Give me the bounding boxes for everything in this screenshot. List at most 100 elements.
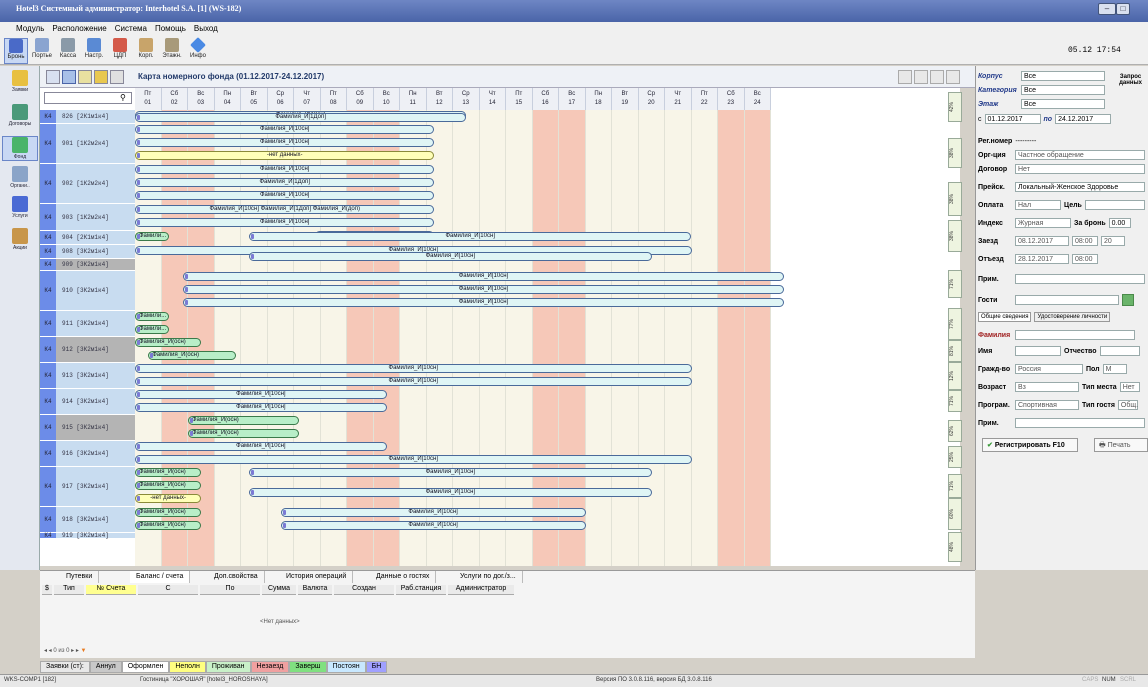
folder-icon[interactable] (94, 70, 108, 84)
left-orgs[interactable]: Органи.. (2, 166, 38, 189)
room-search-input[interactable] (44, 92, 132, 104)
maximize-button[interactable]: □ (1116, 3, 1130, 15)
toolbar-info[interactable]: Инфо (186, 37, 210, 64)
program-select[interactable]: Спортивная (1015, 400, 1079, 410)
contract-field[interactable]: Нет (1015, 164, 1145, 174)
booking-bar[interactable]: Фамилия_И[10сн] (135, 377, 692, 386)
booking-bar[interactable]: Фамилия_И[10сн] (135, 364, 692, 373)
room-row[interactable]: К4 914 [3К2м1к4] (40, 389, 135, 415)
per-booking-field[interactable]: 0.00 (1108, 218, 1131, 228)
booking-bar[interactable]: Фамилия_И[10сн] (248, 232, 692, 241)
tab-id-doc[interactable]: Удостоверение личности (1034, 312, 1111, 322)
room-row[interactable]: К4 826 [2К1м1к4] (40, 110, 135, 124)
price-list-field[interactable]: Локальный-Женское Здоровье (1015, 182, 1145, 192)
tab-balance[interactable]: Баланс / счета (130, 571, 191, 583)
booking-bar[interactable]: Фамилия_И[10сн] (135, 442, 387, 451)
room-row[interactable]: К4 910 [3К2м1к4] (40, 271, 135, 311)
room-row[interactable]: К4 911 [3К2м1к4] (40, 311, 135, 337)
payment-select[interactable]: Нал (1015, 200, 1061, 210)
left-fund[interactable]: Фонд (2, 136, 38, 161)
left-requests[interactable]: Заявки (2, 70, 38, 93)
checkin-date[interactable]: 08.12.2017 (1015, 236, 1069, 246)
tab-contract-services[interactable]: Услуги по дог./з... (454, 571, 523, 583)
minimize-button[interactable]: – (1098, 3, 1116, 15)
booking-bar[interactable]: Фамилия_И(осн) (188, 416, 300, 425)
guest-note-field[interactable] (1015, 418, 1145, 428)
toolbar-cash[interactable]: Касса (56, 38, 80, 64)
toolbar-cdp[interactable]: ЦДП (108, 38, 132, 64)
booking-bar[interactable]: Фамилия_И[10сн] (182, 298, 785, 307)
booking-bar[interactable]: Фамилия_И(осн) (135, 338, 202, 347)
checkout-date[interactable]: 28.12.2017 (1015, 254, 1069, 264)
tab-history[interactable]: История операций (280, 571, 354, 583)
booking-bar[interactable]: Фамилия_И(осн) (148, 351, 236, 360)
date-to[interactable]: 24.12.2017 (1055, 114, 1112, 124)
list-icon[interactable] (110, 70, 124, 84)
room-row[interactable]: К4 909 [3К2м1к4] (40, 259, 135, 271)
chart-view-icon[interactable] (78, 70, 92, 84)
tab-vouchers[interactable]: Путевки (60, 571, 100, 583)
korpus-select[interactable]: Все (1021, 71, 1105, 81)
prev-icon[interactable] (914, 70, 928, 84)
booking-bar[interactable]: Фамилия_И[10сн] (135, 165, 435, 174)
room-row[interactable]: К4 902 [1К2м2к4] (40, 164, 135, 204)
booking-bar[interactable]: Фамилия_И[10сн] (248, 252, 652, 262)
menu-module[interactable]: Модуль (16, 24, 44, 35)
toolbar-floor[interactable]: Этажн. (160, 38, 184, 64)
menu-exit[interactable]: Выход (194, 24, 218, 35)
room-view-icon[interactable] (62, 70, 76, 84)
checkin-count[interactable]: 20 (1101, 236, 1125, 246)
booking-bar[interactable]: Фамилия_И[10сн] (135, 138, 435, 147)
booking-bar[interactable]: Фамили... (135, 232, 170, 241)
room-row[interactable]: К4 916 [3К2м1к4] (40, 441, 135, 467)
next-icon[interactable] (930, 70, 944, 84)
citizenship-select[interactable]: Россия (1015, 364, 1083, 374)
toolbar-booking[interactable]: Бронь (4, 38, 28, 64)
booking-bar[interactable]: Фамилия_И[1Доп] (135, 113, 467, 123)
room-row[interactable]: К4 917 [3К2м1к4] (40, 467, 135, 507)
booking-bar[interactable]: Фамилия_И[10сн] (135, 191, 435, 200)
booking-bar[interactable]: Фамилия_И[10сн] (280, 508, 586, 517)
place-type-select[interactable]: Нет (1119, 382, 1140, 392)
room-row[interactable]: К4 919 [3К2м1к4] (40, 532, 135, 539)
toolbar-building[interactable]: Корп. (134, 38, 158, 64)
age-select[interactable]: Вз (1015, 382, 1079, 392)
room-row[interactable]: К4 901 [1К2м2к4] (40, 124, 135, 164)
room-row[interactable]: К4 918 [3К2м1к4] (40, 507, 135, 533)
booking-bar[interactable]: Фамилия_И(осн) (135, 521, 202, 530)
room-row[interactable]: К4 915 [3К2м1к4] (40, 415, 135, 441)
checkin-time[interactable]: 08:00 (1072, 236, 1098, 246)
booking-bar[interactable]: Фамилия_И[10сн] (182, 272, 785, 281)
category-select[interactable]: Все (1021, 85, 1105, 95)
checkout-time[interactable]: 08:00 (1072, 254, 1098, 264)
booking-bar[interactable]: Фамилия_И[10сн] (182, 285, 785, 294)
register-button[interactable]: ✔ Регистрировать F10 (982, 438, 1078, 452)
note-field[interactable] (1015, 274, 1145, 284)
booking-bar[interactable]: Фамилия_И[10сн] (248, 468, 652, 477)
filter-icon[interactable] (898, 70, 912, 84)
room-row[interactable]: К4 912 [3К2м1к4] (40, 337, 135, 363)
booking-bar[interactable]: Фамилия_И(осн) (135, 468, 202, 477)
left-services[interactable]: Услуги (2, 196, 38, 219)
booking-bar[interactable]: Фамилия_И[10сн] (135, 125, 435, 134)
room-row[interactable]: К4 904 [2К1м1к4] (40, 231, 135, 245)
room-row[interactable]: К4 908 [3К2м1к4] (40, 245, 135, 259)
surname-field[interactable] (1015, 330, 1135, 340)
purpose-field[interactable] (1084, 200, 1145, 210)
booking-bar[interactable]: Фамилия_И[10сн] (135, 455, 692, 464)
floor-select[interactable]: Все (1021, 99, 1105, 109)
booking-bar[interactable]: Фамилия_И(осн) (135, 481, 202, 490)
print-button[interactable]: 🖶 Печать (1094, 438, 1148, 452)
booking-bar[interactable]: Фамилия_И[10сн] Фамилия_И[1Доп] Фамилия_… (135, 205, 435, 214)
menu-layout[interactable]: Расположение (52, 24, 106, 35)
menu-system[interactable]: Система (115, 24, 147, 35)
booking-bar[interactable]: Фамилия_И[10сн] (280, 521, 586, 530)
booking-bar[interactable]: Фамилия_И[10сн] (135, 403, 387, 412)
toolbar-porter[interactable]: Портье (30, 38, 54, 64)
booking-bar[interactable]: Фамилия_И[1Доп] (135, 178, 435, 187)
guests-select[interactable] (1015, 295, 1119, 305)
gender-select[interactable]: М (1102, 364, 1127, 374)
booking-bar[interactable]: Фамилия_И[10сн] (135, 390, 387, 399)
menu-help[interactable]: Помощь (155, 24, 186, 35)
name-field[interactable] (1015, 346, 1061, 356)
